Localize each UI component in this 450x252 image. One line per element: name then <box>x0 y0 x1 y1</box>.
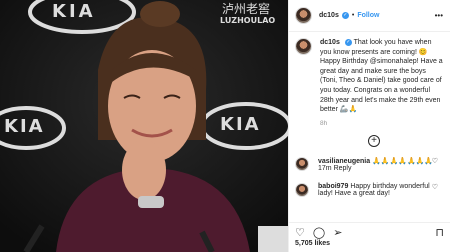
verified-badge-icon: ✓ <box>344 38 352 46</box>
comment-heart-icon[interactable]: ♡ <box>432 157 438 165</box>
comment-icon[interactable]: ◯ <box>313 226 325 239</box>
likes-count[interactable]: 5,705 likes <box>295 240 444 247</box>
post-sidebar: dc10s ✓ • Follow ••• dc10s ✓ That look y… <box>288 0 450 252</box>
sponsor-name: LUZHOULAO <box>220 16 276 25</box>
instagram-post: KIA KIA KIA 泸州老窖 LUZHOULAO dc10s ✓ • Fol… <box>0 0 450 252</box>
plus-circle-icon[interactable]: + <box>368 135 380 148</box>
kia-logo-right: KIA <box>220 114 261 135</box>
comment-item: vasilianeugenia 🙏🙏🙏🙏🙏🙏🙏 17m Reply ♡ <box>295 157 444 172</box>
separator-dot: • <box>351 12 355 19</box>
post-photo[interactable]: KIA KIA KIA 泸州老窖 LUZHOULAO <box>0 0 288 252</box>
follow-button[interactable]: Follow <box>357 12 379 19</box>
caption-time[interactable]: 8h <box>320 120 327 127</box>
more-options-icon[interactable]: ••• <box>435 11 443 20</box>
comment-heart-icon[interactable]: ♡ <box>432 183 438 191</box>
post-actions: ♡ ◯ ➢ ⊓ 5,705 likes <box>289 222 450 252</box>
caption-username[interactable]: dc10s <box>320 39 340 46</box>
heart-icon[interactable]: ♡ <box>295 226 305 239</box>
header-username[interactable]: dc10s <box>319 12 339 19</box>
post-header: dc10s ✓ • Follow ••• <box>289 0 450 32</box>
commenter-avatar[interactable] <box>295 183 309 198</box>
sponsor-chinese: 泸州老窖 <box>222 2 271 16</box>
comments-section: dc10s ✓ That look you have when you know… <box>289 38 450 222</box>
kia-logo-top: KIA <box>52 1 96 22</box>
comment-time: 17m <box>318 165 332 173</box>
commenter-avatar[interactable] <box>295 157 309 172</box>
caption-avatar[interactable] <box>295 38 312 55</box>
avatar[interactable] <box>295 7 312 24</box>
comment-username[interactable]: vasilianeugenia <box>318 158 370 165</box>
comment-username[interactable]: baboi979 <box>318 183 348 190</box>
reply-button[interactable]: Reply <box>334 165 352 172</box>
comment-item: baboi979 Happy birthday wonderful lady! … <box>295 183 444 198</box>
caption-text: That look you have when you know present… <box>320 39 443 114</box>
kia-logo-left: KIA <box>4 116 45 137</box>
comment-text: 🙏🙏🙏🙏🙏🙏🙏 <box>372 158 434 166</box>
caption: dc10s ✓ That look you have when you know… <box>295 38 444 128</box>
share-icon[interactable]: ➢ <box>333 226 342 239</box>
bookmark-icon[interactable]: ⊓ <box>435 226 444 239</box>
verified-badge-icon: ✓ <box>341 12 349 19</box>
